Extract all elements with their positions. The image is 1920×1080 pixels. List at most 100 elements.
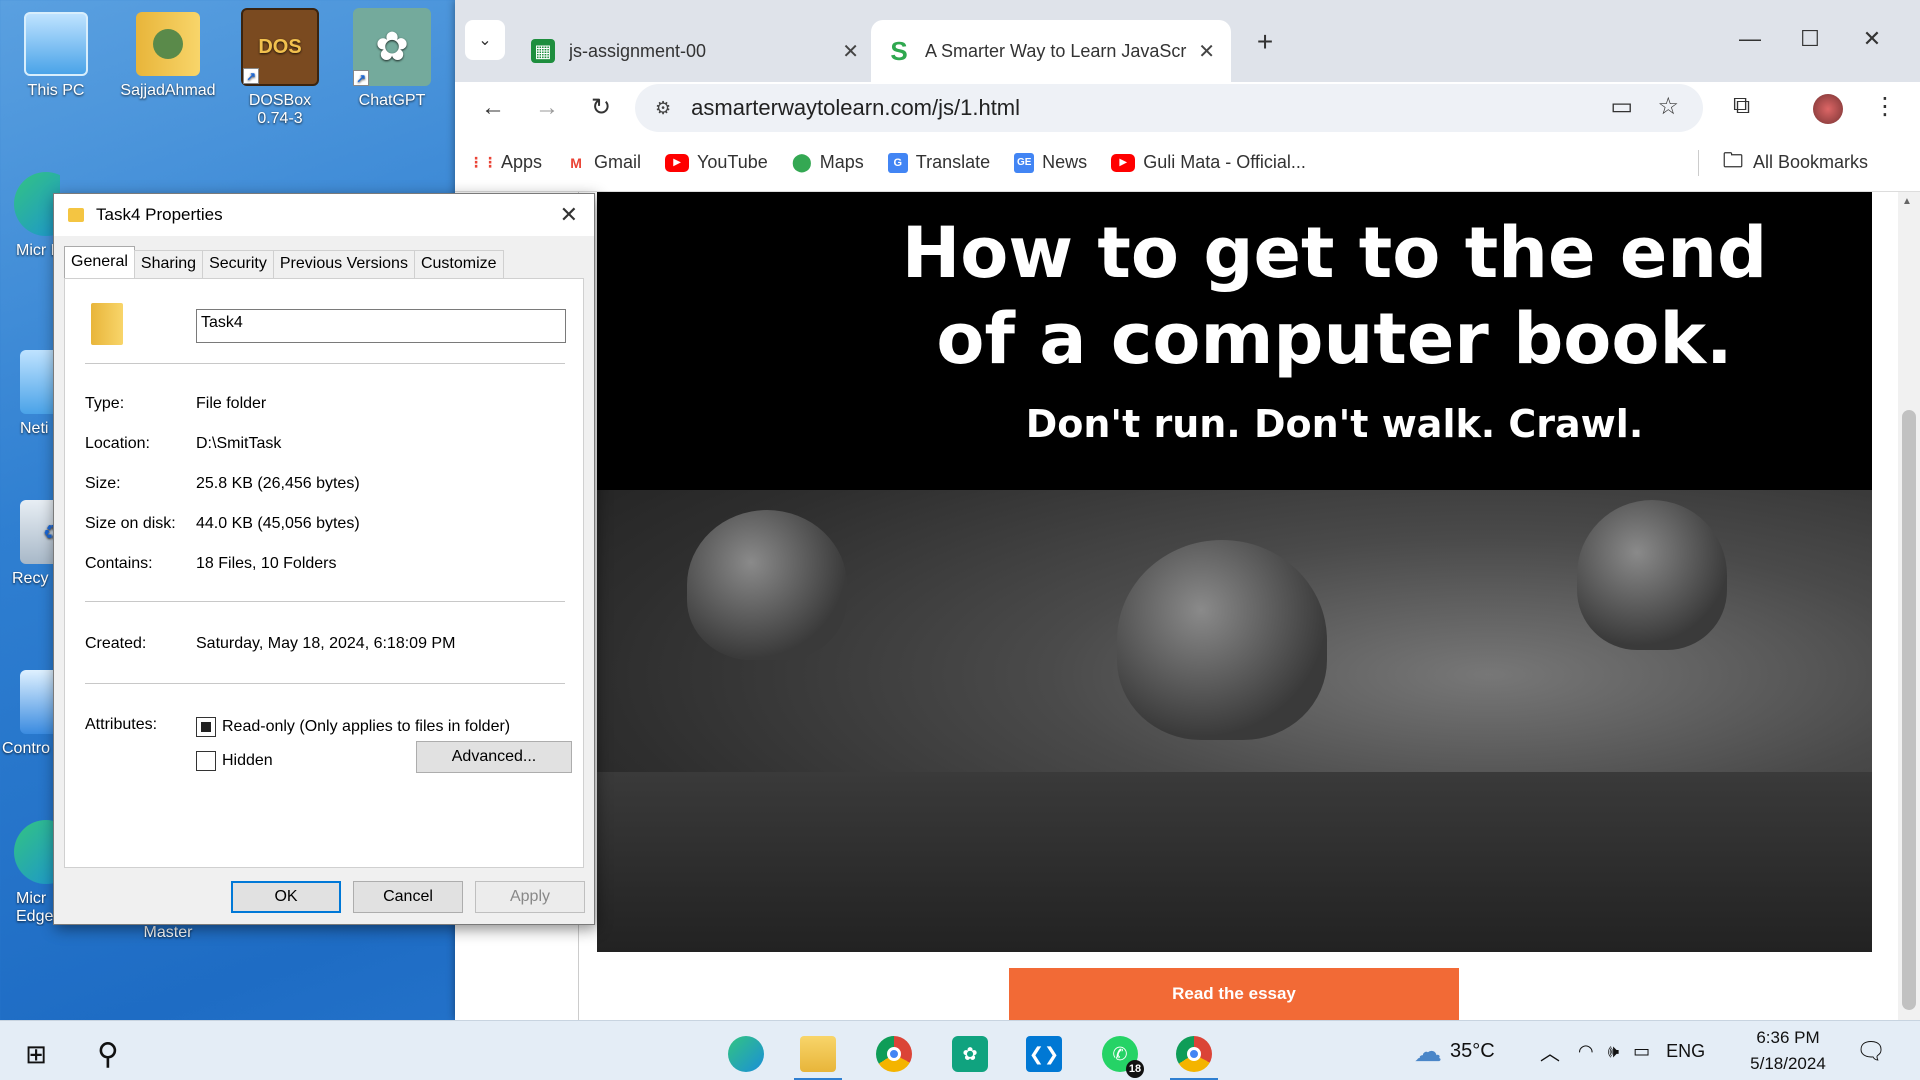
- close-tab-icon[interactable]: ✕: [842, 39, 859, 64]
- taskbar-app-whatsapp[interactable]: ✆ 18: [1088, 1027, 1152, 1080]
- tab-general[interactable]: General: [64, 246, 135, 278]
- folder-icon: [91, 303, 123, 345]
- desktop-icon-this-pc[interactable]: This PC: [6, 12, 106, 100]
- vscode-icon: ❮❯: [1026, 1036, 1062, 1072]
- desktop-icon-user-folder[interactable]: SajjadAhmad: [118, 12, 218, 100]
- dosbox-icon: DOS ↗: [241, 8, 319, 86]
- bookmark-label: Translate: [915, 152, 991, 172]
- camera-blocked-icon[interactable]: ▭: [1610, 92, 1633, 121]
- desktop-icon-network[interactable]: Neti: [0, 350, 60, 438]
- tab-strip: ⌄ ▦ js-assignment-00 ✕ S A Smarter Way t…: [455, 0, 1920, 82]
- desktop-icon-edge-2[interactable]: Micr Edge: [0, 820, 60, 926]
- clock[interactable]: 6:36 PM 5/18/2024: [1728, 1025, 1848, 1077]
- scrollbar-thumb[interactable]: [1902, 410, 1916, 1010]
- youtube-icon: ▶: [665, 153, 690, 172]
- tab-search-button[interactable]: ⌄: [465, 20, 505, 60]
- close-window-button[interactable]: ✕: [1847, 26, 1897, 52]
- apply-button[interactable]: Apply: [475, 881, 585, 913]
- desktop-icon-label: Contro: [2, 740, 51, 757]
- chrome-icon: [1176, 1036, 1212, 1072]
- contains-label: Contains:: [85, 555, 153, 572]
- readonly-label[interactable]: Read-only (Only applies to files in fold…: [222, 718, 510, 736]
- chevron-up-icon[interactable]: ︿: [1540, 1037, 1560, 1066]
- desktop-icon-master[interactable]: Master: [118, 924, 218, 942]
- bookmark-translate[interactable]: G Translate: [887, 152, 991, 173]
- desktop-icon-recycle[interactable]: ♻ Recy: [0, 500, 60, 588]
- tab-smarter-way[interactable]: S A Smarter Way to Learn JavaScr ✕: [871, 20, 1231, 82]
- tab-customize[interactable]: Customize: [413, 250, 504, 278]
- desktop-icon-chatgpt[interactable]: ✿ ↗ ChatGPT: [342, 8, 442, 110]
- site-settings-icon[interactable]: ⚙: [655, 98, 671, 119]
- wifi-icon[interactable]: ◠: [1578, 1041, 1594, 1062]
- system-tray: ︿ ◠ 🕪 ▭ ENG: [1540, 1021, 1705, 1080]
- shortcut-arrow-icon: ↗: [353, 70, 369, 86]
- advanced-button[interactable]: Advanced...: [416, 741, 572, 773]
- gmail-icon: M: [570, 154, 582, 171]
- whatsapp-icon: ✆ 18: [1102, 1036, 1144, 1078]
- read-essay-button[interactable]: Read the essay: [1009, 968, 1459, 1020]
- reload-button[interactable]: ↻: [583, 92, 619, 124]
- bookmark-star-icon[interactable]: ☆: [1657, 92, 1679, 121]
- address-bar[interactable]: ⚙ asmarterwaytolearn.com/js/1.html ▭ ☆: [635, 84, 1703, 132]
- desktop-icon-control-panel[interactable]: Contro: [0, 670, 60, 758]
- monitor-icon: [24, 12, 88, 76]
- chrome-center: [887, 1047, 901, 1061]
- scroll-up-arrow-icon[interactable]: ▲: [1902, 196, 1912, 207]
- back-button[interactable]: ←: [475, 92, 511, 124]
- bookmark-news[interactable]: GE News: [1014, 152, 1087, 173]
- bookmark-guli-mata[interactable]: ▶ Guli Mata - Official...: [1111, 152, 1306, 173]
- taskbar-app-chatgpt[interactable]: ✿: [938, 1027, 1002, 1080]
- photo-figure-left: [687, 510, 847, 660]
- taskbar-app-chrome[interactable]: [862, 1027, 926, 1080]
- translate-icon: G: [887, 152, 908, 173]
- battery-icon[interactable]: ▭: [1633, 1041, 1650, 1062]
- news-icon: GE: [1014, 152, 1035, 173]
- contains-value: 18 Files, 10 Folders: [196, 555, 337, 572]
- all-bookmarks-button[interactable]: 🗀 All Bookmarks: [1697, 149, 1868, 176]
- tab-js-assignment[interactable]: ▦ js-assignment-00 ✕: [515, 20, 875, 82]
- taskbar-app-edge[interactable]: [714, 1027, 778, 1080]
- general-panel: Task4 Type: File folder Location: D:\Smi…: [64, 278, 584, 868]
- cancel-button[interactable]: Cancel: [353, 881, 463, 913]
- menu-kebab-icon[interactable]: ⋮: [1873, 92, 1897, 121]
- close-tab-icon[interactable]: ✕: [1198, 39, 1215, 64]
- taskbar-app-vscode[interactable]: ❮❯: [1012, 1027, 1076, 1080]
- taskbar-app-chrome-2[interactable]: [1162, 1027, 1226, 1080]
- divider: [85, 683, 565, 684]
- edge-icon: [728, 1036, 764, 1072]
- search-button[interactable]: ⚲: [76, 1027, 140, 1080]
- volume-icon[interactable]: 🕪: [1608, 1041, 1619, 1062]
- desktop-icon-edge-1[interactable]: Micr Ec: [0, 172, 60, 260]
- extensions-icon[interactable]: ⧉: [1733, 92, 1750, 120]
- desktop-icon-label: Micr Ec: [16, 242, 60, 259]
- minimize-button[interactable]: —: [1725, 26, 1775, 52]
- notifications-button[interactable]: 🗨: [1856, 1021, 1886, 1080]
- start-button[interactable]: ⊞: [4, 1027, 68, 1080]
- ok-button[interactable]: OK: [231, 881, 341, 913]
- chrome-icon: [876, 1036, 912, 1072]
- hidden-label[interactable]: Hidden: [222, 752, 273, 770]
- location-value[interactable]: D:\SmitTask: [196, 435, 281, 453]
- avatar[interactable]: [1813, 94, 1843, 124]
- close-icon[interactable]: ✕: [560, 202, 578, 228]
- language-indicator[interactable]: ENG: [1666, 1041, 1705, 1062]
- folder-name-input[interactable]: Task4: [196, 309, 566, 343]
- hidden-checkbox[interactable]: [196, 751, 216, 771]
- bookmark-gmail[interactable]: M Gmail: [566, 152, 641, 173]
- bookmark-youtube[interactable]: ▶ YouTube: [665, 152, 768, 173]
- forward-button[interactable]: →: [529, 92, 565, 124]
- tab-previous-versions[interactable]: Previous Versions: [272, 250, 415, 278]
- bookmark-apps[interactable]: ⋮⋮ Apps: [469, 152, 542, 173]
- weather-widget[interactable]: ☁ 35°C: [1414, 1021, 1495, 1080]
- maximize-button[interactable]: ☐: [1785, 26, 1835, 52]
- dialog-titlebar[interactable]: Task4 Properties ✕: [54, 194, 594, 236]
- tab-security[interactable]: Security: [202, 250, 274, 278]
- taskbar-app-file-explorer[interactable]: [786, 1027, 850, 1080]
- properties-dialog: Task4 Properties ✕ General Sharing Secur…: [53, 193, 595, 925]
- page-scrollbar[interactable]: ▲: [1898, 192, 1920, 1020]
- readonly-checkbox[interactable]: [196, 717, 216, 737]
- new-tab-button[interactable]: +: [1245, 26, 1285, 58]
- bookmark-maps[interactable]: ⬤ Maps: [792, 152, 864, 173]
- desktop-icon-dosbox[interactable]: DOS ↗ DOSBox 0.74-3: [230, 8, 330, 128]
- tab-sharing[interactable]: Sharing: [133, 250, 204, 278]
